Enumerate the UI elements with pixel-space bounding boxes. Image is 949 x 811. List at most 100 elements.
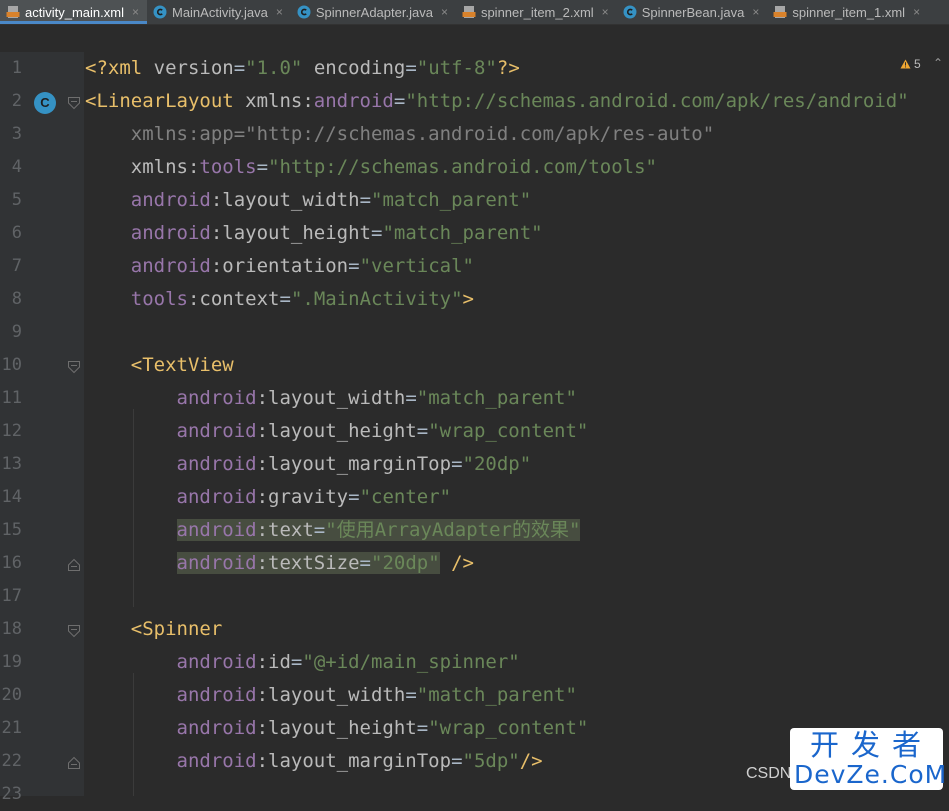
code-text[interactable]: <LinearLayout xmlns:android="http://sche… bbox=[85, 85, 909, 118]
code-token: android bbox=[176, 750, 257, 772]
code-token: = bbox=[348, 255, 360, 277]
code-text[interactable]: android:layout_width="match_parent" bbox=[85, 184, 531, 217]
warning-count: 5 bbox=[914, 57, 921, 71]
code-token: "5dp" bbox=[462, 750, 520, 772]
tab-spinnerbean-java[interactable]: SpinnerBean.java × bbox=[617, 0, 768, 24]
code-token: "vertical" bbox=[359, 255, 474, 277]
code-text[interactable]: android:text="使用ArrayAdapter的效果" bbox=[85, 514, 581, 547]
line-number: 7 bbox=[11, 256, 22, 276]
code-line: 9 bbox=[0, 316, 949, 349]
code-text[interactable]: android:id="@+id/main_spinner" bbox=[85, 646, 520, 679]
code-editor[interactable]: 1 <?xml version="1.0" encoding="utf-8"?> 2… bbox=[0, 52, 949, 804]
code-text[interactable]: android:gravity="center" bbox=[85, 481, 452, 514]
code-line: 17 bbox=[0, 580, 949, 613]
line-number: 13 bbox=[1, 454, 22, 474]
inspection-widget[interactable]: 5 bbox=[900, 57, 921, 71]
close-icon[interactable]: × bbox=[132, 5, 139, 19]
code-line: 3 xmlns:app="http://schemas.android.com/… bbox=[0, 118, 949, 151]
line-number: 20 bbox=[1, 685, 22, 705]
code-token: tools bbox=[199, 156, 257, 178]
code-token: encoding bbox=[313, 57, 406, 79]
code-token: ".MainActivity" bbox=[290, 288, 463, 310]
code-token: <TextView bbox=[130, 354, 234, 376]
class-gutter-icon[interactable]: C bbox=[34, 92, 56, 114]
tab-activity-main-xml[interactable]: activity_main.xml × bbox=[0, 0, 147, 24]
code-text[interactable]: xmlns:tools="http://schemas.android.com/… bbox=[85, 151, 657, 184]
fold-open-icon[interactable] bbox=[67, 359, 81, 374]
close-icon[interactable]: × bbox=[752, 5, 759, 19]
code-text[interactable]: android:layout_height="wrap_content" bbox=[85, 712, 589, 745]
code-token: = bbox=[359, 552, 371, 574]
fold-close-icon[interactable] bbox=[67, 755, 81, 769]
code-token: :layout_height bbox=[256, 717, 417, 739]
code-token: android bbox=[176, 651, 257, 673]
code-token: "20dp" bbox=[371, 552, 440, 574]
tab-spinner-item-1-xml[interactable]: spinner_item_1.xml × bbox=[767, 0, 928, 24]
code-token: xmlns: bbox=[245, 90, 314, 112]
code-token: "1.0" bbox=[245, 57, 303, 79]
code-text[interactable]: android:layout_marginTop="20dp" bbox=[85, 448, 532, 481]
line-number: 16 bbox=[1, 553, 22, 573]
code-text[interactable]: android:textSize="20dp" /> bbox=[85, 547, 474, 580]
code-token: :textSize bbox=[256, 552, 360, 574]
line-number: 8 bbox=[11, 289, 22, 309]
tab-spinneradapter-java[interactable]: SpinnerAdapter.java × bbox=[291, 0, 456, 24]
code-text[interactable]: android:layout_width="match_parent" bbox=[85, 382, 577, 415]
line-number: 19 bbox=[1, 652, 22, 672]
fold-open-icon[interactable] bbox=[67, 623, 81, 638]
fold-close-icon[interactable] bbox=[67, 557, 81, 571]
close-icon[interactable]: × bbox=[602, 5, 609, 19]
tab-label: activity_main.xml bbox=[25, 4, 124, 20]
csdn-watermark-text: CSDN bbox=[746, 765, 792, 782]
code-token: "match_parent" bbox=[416, 387, 577, 409]
code-text[interactable]: android:layout_height="match_parent" bbox=[85, 217, 543, 250]
code-line: 16 android:textSize="20dp" /> bbox=[0, 547, 949, 580]
code-token: :layout_marginTop bbox=[256, 750, 452, 772]
code-text[interactable]: <TextView bbox=[85, 349, 234, 382]
line-number: 18 bbox=[1, 619, 22, 639]
line-number: 11 bbox=[1, 388, 22, 408]
java-class-icon bbox=[153, 5, 167, 19]
code-token: = bbox=[416, 717, 429, 739]
code-token: = bbox=[371, 222, 383, 244]
line-number: 6 bbox=[11, 223, 22, 243]
code-text[interactable]: <?xml version="1.0" encoding="utf-8"?> bbox=[85, 52, 520, 85]
close-icon[interactable]: × bbox=[441, 5, 448, 19]
code-line: 20 android:layout_width="match_parent" bbox=[0, 679, 949, 712]
code-text[interactable]: tools:context=".MainActivity"> bbox=[85, 283, 474, 316]
tab-label: MainActivity.java bbox=[171, 4, 268, 20]
watermark-line-2: DevZe.CoM bbox=[794, 760, 948, 789]
tab-mainactivity-java[interactable]: MainActivity.java × bbox=[147, 0, 291, 24]
tab-spinner-item-2-xml[interactable]: spinner_item_2.xml × bbox=[456, 0, 617, 24]
code-text[interactable]: <Spinner bbox=[85, 613, 223, 646]
code-token: :text bbox=[256, 519, 314, 541]
warning-icon bbox=[900, 59, 911, 69]
line-number: 2 bbox=[11, 91, 22, 111]
chevron-up-icon[interactable]: ⌃ bbox=[933, 56, 943, 70]
line-number: 10 bbox=[1, 355, 22, 375]
fold-open-icon[interactable] bbox=[67, 95, 81, 110]
code-text[interactable]: xmlns:app="http://schemas.android.com/ap… bbox=[85, 118, 714, 151]
code-text[interactable]: android:orientation="vertical" bbox=[85, 250, 474, 283]
code-token: tools bbox=[130, 288, 188, 310]
code-text[interactable]: android:layout_width="match_parent" bbox=[85, 679, 577, 712]
code-text[interactable]: android:layout_height="wrap_content" bbox=[85, 415, 589, 448]
close-icon[interactable]: × bbox=[913, 5, 920, 19]
code-token: :layout_height bbox=[210, 222, 371, 244]
code-token: xmlns:app="http://schemas.android.com/ap… bbox=[130, 123, 715, 145]
code-token: "match_parent" bbox=[416, 684, 577, 706]
close-icon[interactable]: × bbox=[276, 5, 283, 19]
code-token: <LinearLayout bbox=[85, 90, 246, 112]
code-token: android bbox=[176, 453, 257, 475]
code-text[interactable]: android:layout_marginTop="5dp"/> bbox=[85, 745, 543, 778]
